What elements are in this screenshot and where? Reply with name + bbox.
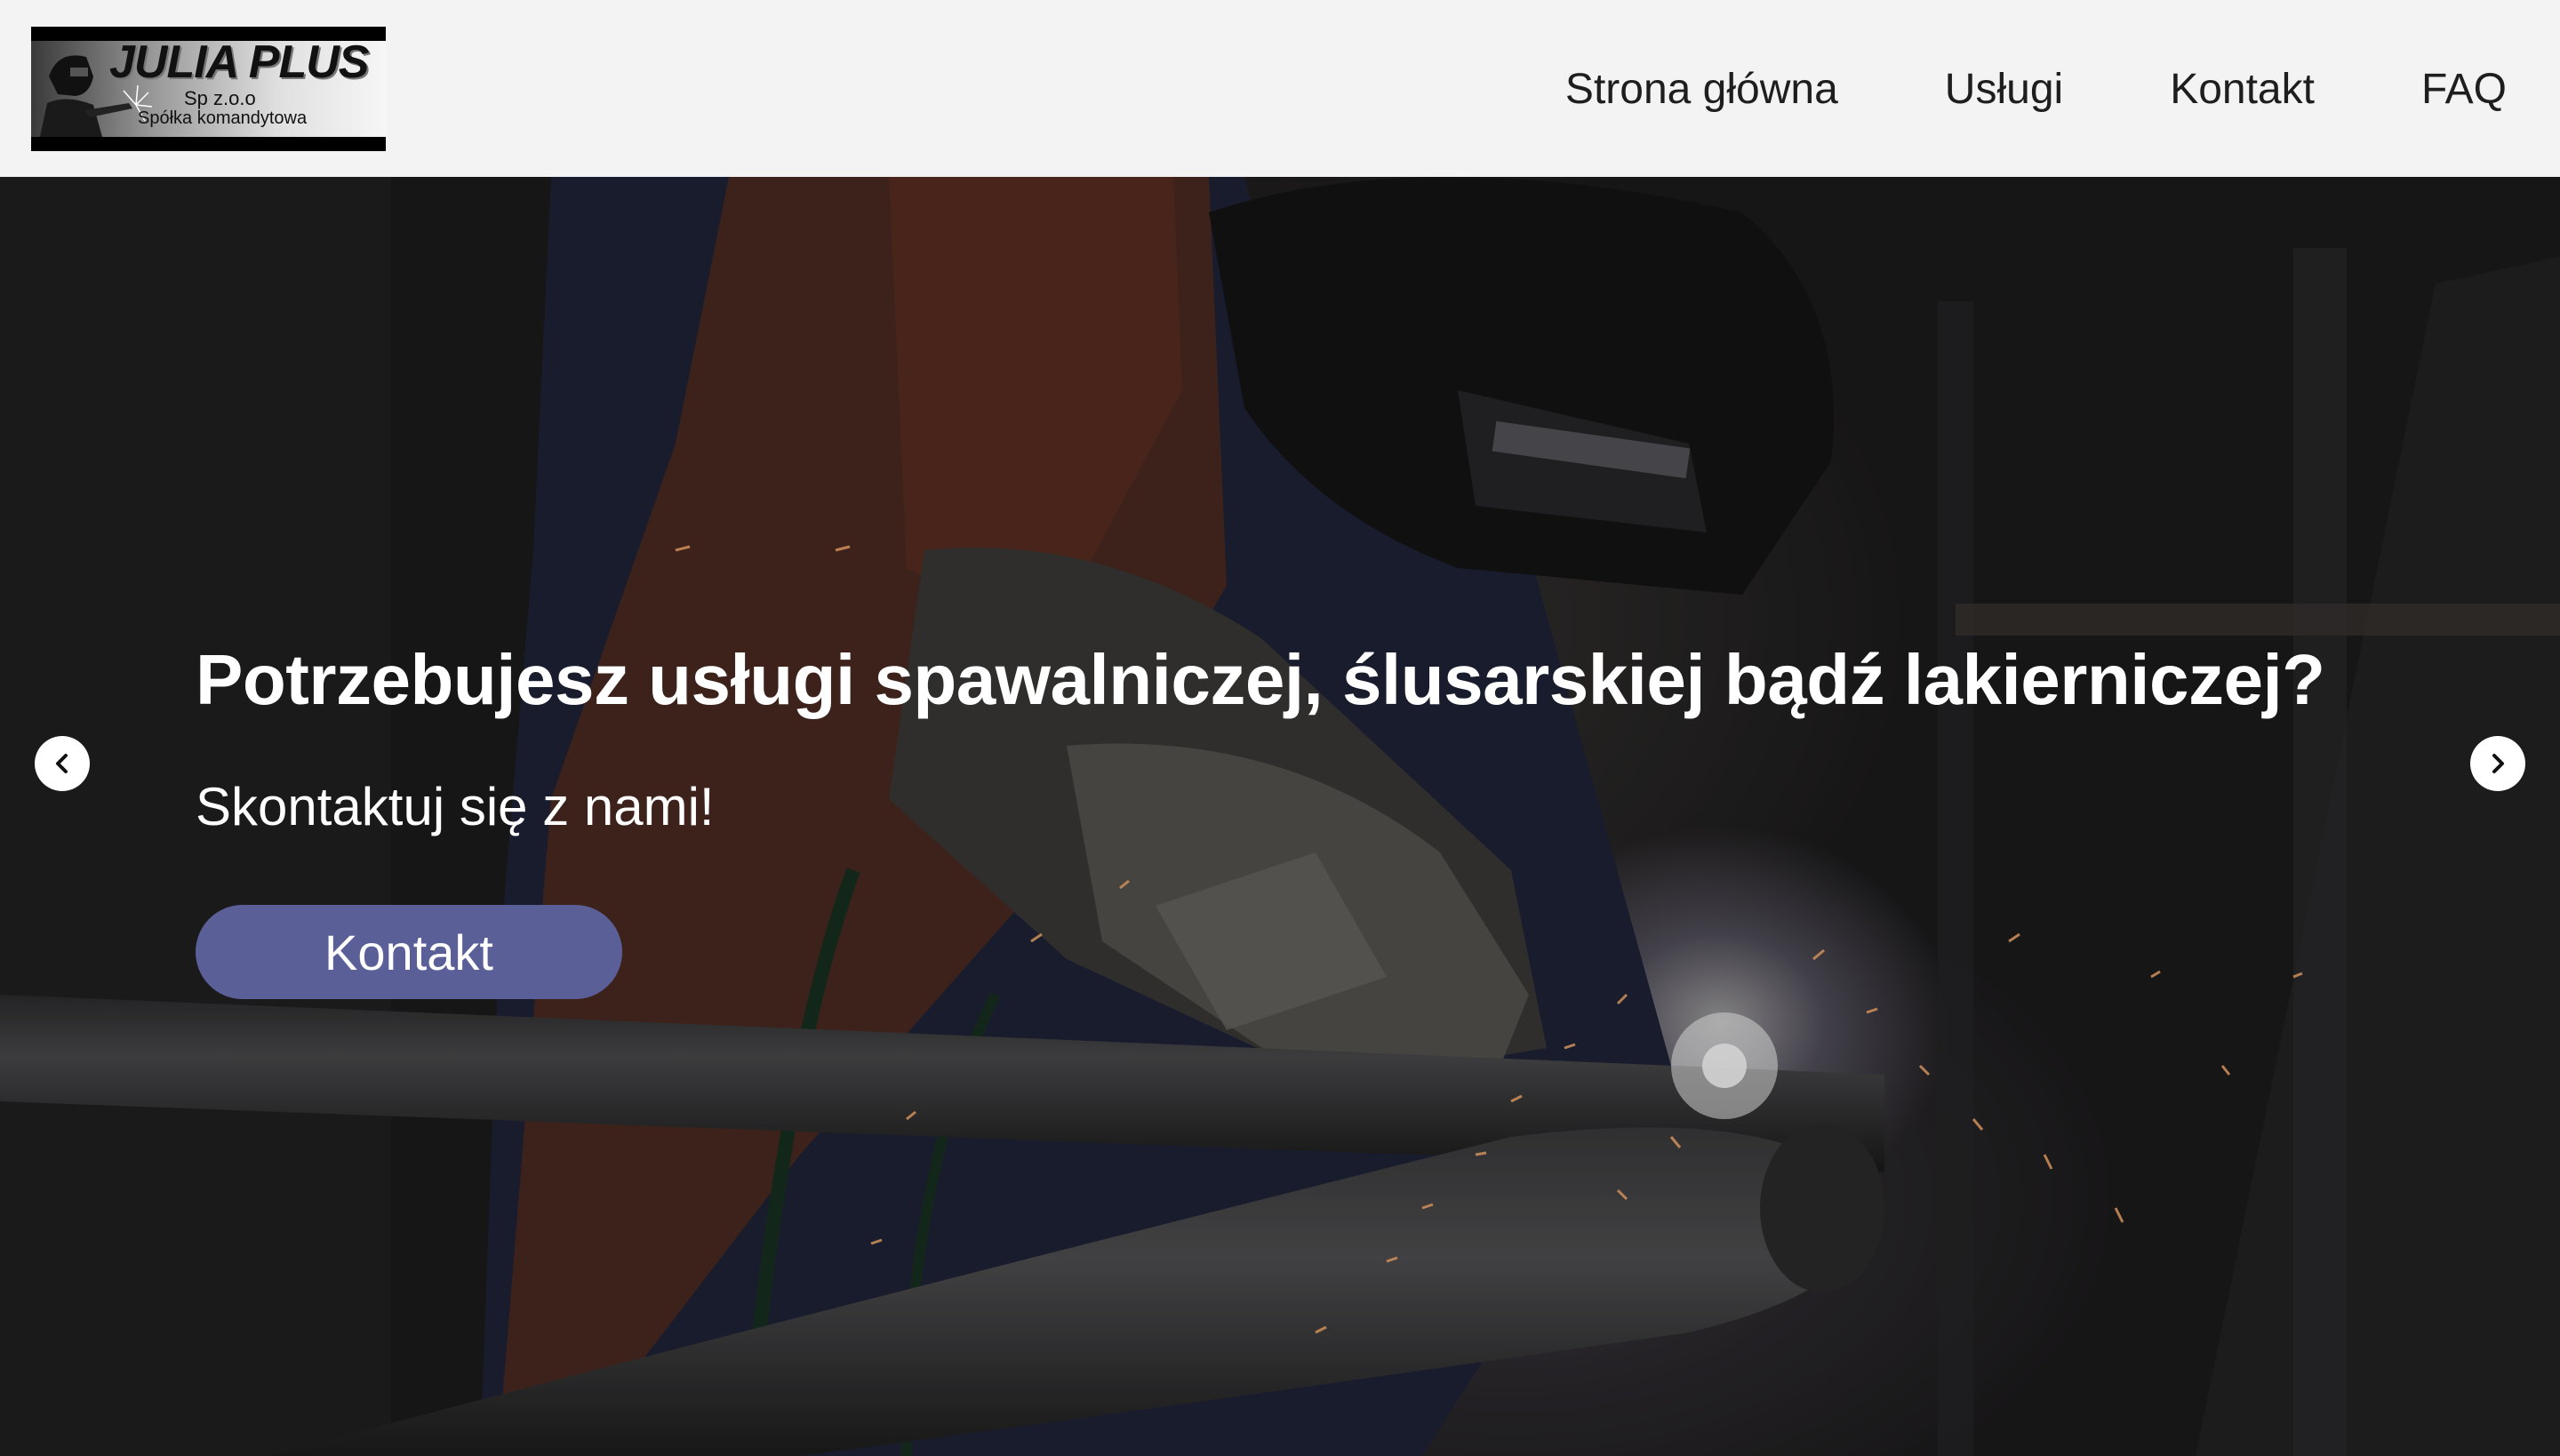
contact-button[interactable]: Kontakt [196,905,622,999]
nav-item-contact[interactable]: Kontakt [2170,65,2315,114]
hero-title: Potrzebujesz usługi spawalniczej, ślusar… [196,640,2325,719]
logo-name: JULIA PLUS [109,41,369,88]
logo-subtitle: Sp z.o.o [184,87,256,109]
company-logo[interactable]: JULIA PLUS Sp z.o.o Spółka komandytowa [31,27,386,151]
hero-subtitle: Skontaktuj się z nami! [196,777,715,836]
nav-item-services[interactable]: Usługi [1945,65,2063,114]
hero-slider: Potrzebujesz usługi spawalniczej, ślusar… [0,177,2560,1456]
main-navigation: Strona główna Usługi Kontakt FAQ [1565,62,2507,116]
logo-plate: JULIA PLUS Sp z.o.o Spółka komandytowa [31,41,386,137]
slider-next-button[interactable] [2470,736,2525,791]
slider-prev-button[interactable] [35,736,90,791]
nav-item-faq[interactable]: FAQ [2421,65,2507,114]
site-header: JULIA PLUS Sp z.o.o Spółka komandytowa S… [0,0,2560,177]
nav-item-home[interactable]: Strona główna [1565,65,1838,114]
hero-content: Potrzebujesz usługi spawalniczej, ślusar… [196,639,2325,999]
chevron-right-icon [2492,754,2504,773]
logo-company-type: Spółka komandytowa [138,108,308,128]
chevron-left-icon [56,754,68,773]
